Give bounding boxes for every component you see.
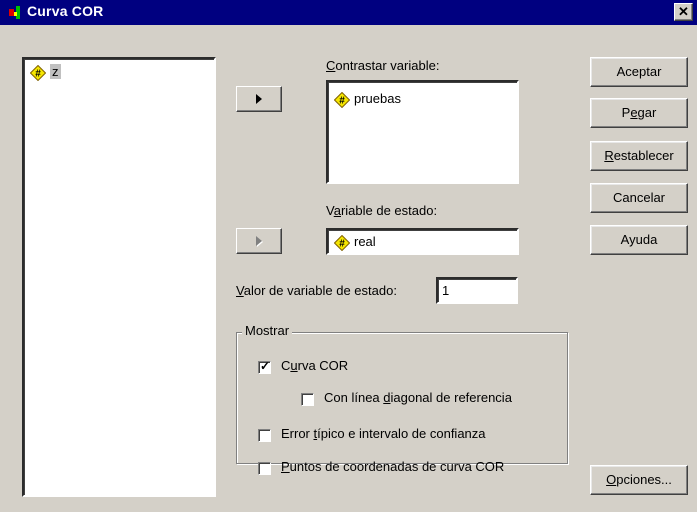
- diagonal-reference-checkbox[interactable]: [301, 393, 314, 406]
- list-item[interactable]: pruebas: [334, 90, 401, 108]
- scale-variable-icon: [334, 92, 350, 108]
- options-button[interactable]: Opciones...: [590, 465, 688, 495]
- state-variable-field[interactable]: real: [326, 228, 519, 255]
- check-icon: ✓: [260, 359, 271, 373]
- scale-variable-icon: [334, 235, 350, 251]
- app-icon: [9, 6, 20, 19]
- test-variable-label: Contrastar variable:: [326, 58, 440, 73]
- scale-variable-icon: [30, 65, 46, 81]
- state-value-input[interactable]: 1: [436, 277, 518, 304]
- paste-button[interactable]: Pegar: [590, 98, 688, 128]
- window-title: Curva COR: [27, 3, 104, 19]
- reset-button[interactable]: Restablecer: [590, 141, 688, 171]
- close-button[interactable]: ✕: [674, 3, 693, 21]
- variable-name: pruebas: [354, 91, 401, 106]
- list-item[interactable]: real: [334, 233, 376, 251]
- display-group-legend: Mostrar: [242, 323, 293, 338]
- close-icon: ✕: [678, 4, 689, 19]
- right-arrow-icon: [256, 236, 262, 246]
- list-item[interactable]: z: [30, 63, 61, 81]
- std-error-checkbox[interactable]: [258, 429, 271, 442]
- test-variable-list[interactable]: pruebas: [326, 80, 519, 184]
- cancel-button[interactable]: Cancelar: [590, 183, 688, 213]
- state-value-text: 1: [442, 283, 450, 298]
- right-arrow-icon: [256, 94, 262, 104]
- ok-button[interactable]: Aceptar: [590, 57, 688, 87]
- variable-name: real: [354, 234, 376, 249]
- help-button[interactable]: Ayuda: [590, 225, 688, 255]
- title-bar[interactable]: Curva COR ✕: [0, 0, 697, 25]
- diagonal-reference-label[interactable]: Con línea diagonal de referencia: [324, 390, 512, 405]
- state-value-label: Valor de variable de estado:: [236, 283, 397, 298]
- source-variable-list[interactable]: z: [22, 57, 216, 497]
- roc-curve-dialog: Curva COR ✕ z Contrastar variable: prueb…: [0, 0, 697, 512]
- roc-curve-checkbox[interactable]: ✓: [258, 359, 271, 374]
- coordinate-points-checkbox[interactable]: [258, 462, 271, 475]
- variable-name: z: [50, 64, 61, 79]
- state-variable-label: Variable de estado:: [326, 203, 438, 218]
- move-to-test-variable-button[interactable]: [236, 86, 282, 112]
- roc-curve-label[interactable]: Curva COR: [281, 358, 348, 373]
- move-to-state-variable-button[interactable]: [236, 228, 282, 254]
- std-error-label[interactable]: Error típico e intervalo de confianza: [281, 426, 486, 441]
- coordinate-points-label[interactable]: Puntos de coordenadas de curva COR: [281, 459, 504, 474]
